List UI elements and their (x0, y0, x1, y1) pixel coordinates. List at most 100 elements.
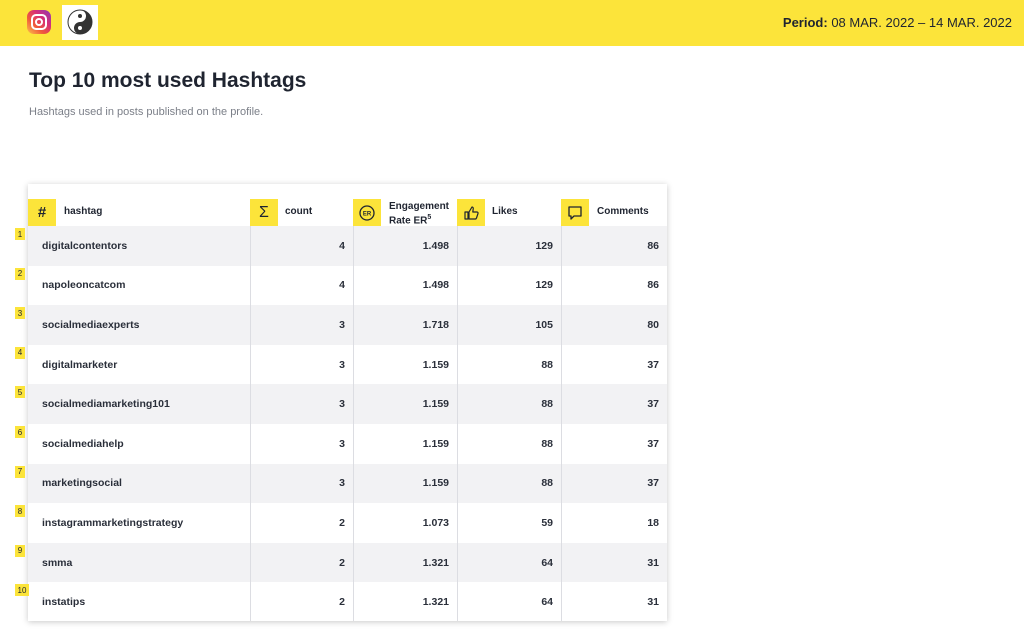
comments-cell: 31 (647, 556, 659, 569)
likes-cell: 88 (541, 477, 553, 490)
comments-cell: 86 (647, 239, 659, 252)
table-row[interactable]: marketingsocial 3 1.159 88 37 (28, 463, 667, 504)
rank-badge: 10 (15, 584, 29, 597)
count-cell: 2 (339, 516, 345, 529)
hashtags-table: digitalcontentors 4 1.498 129 86 napoleoncatc… (28, 184, 667, 621)
column-label: Comments (597, 206, 649, 217)
sigma-icon: Σ (250, 199, 278, 226)
column-label: Likes (492, 206, 518, 217)
top-bar: Period: 08 MAR. 2022 – 14 MAR. 2022 (0, 0, 1024, 46)
rank-badge: 3 (15, 307, 25, 320)
hashtag-cell: socialmediahelp (42, 437, 124, 450)
count-cell: 3 (339, 437, 345, 450)
likes-cell: 105 (535, 318, 553, 331)
table-row[interactable]: digitalcontentors 4 1.498 129 86 (28, 226, 667, 266)
column-label: count (285, 206, 313, 217)
er-cell: 1.321 (422, 596, 449, 609)
count-cell: 4 (339, 279, 345, 292)
rank-badge: 4 (15, 346, 25, 359)
hashtag-cell: instatips (42, 596, 86, 609)
rank-badge: 6 (15, 426, 25, 438)
count-cell: 3 (339, 477, 345, 490)
column-label-line1: Engagement (389, 201, 450, 212)
column-divider (457, 199, 458, 621)
period-value: 08 MAR. 2022 – 14 MAR. 2022 (831, 15, 1012, 30)
table-row[interactable]: socialmediamarketing101 3 1.159 88 37 (28, 384, 667, 424)
er-cell: 1.159 (422, 437, 449, 450)
column-divider (250, 199, 251, 621)
er-icon: ER (353, 199, 381, 226)
table-row[interactable]: napoleoncatcom 4 1.498 129 86 (28, 266, 667, 306)
table-row[interactable]: socialmediahelp 3 1.159 88 37 (28, 424, 667, 464)
column-divider (353, 199, 354, 621)
column-header-engagement-rate[interactable]: ER Engagement Rate ER5 (353, 184, 457, 226)
er-cell: 1.073 (422, 516, 449, 529)
hashtag-cell: instagrammarketingstrategy (42, 516, 184, 529)
column-divider (561, 199, 562, 621)
table-row[interactable]: smma 2 1.321 64 31 (28, 542, 667, 583)
footnote-marker: 5 (427, 214, 432, 221)
hashtag-cell: socialmediaexperts (42, 318, 140, 331)
profile-avatar[interactable] (62, 5, 98, 40)
thumbs-up-icon (457, 199, 485, 226)
comments-cell: 18 (647, 516, 659, 529)
hashtag-cell: marketingsocial (42, 477, 122, 490)
likes-cell: 129 (535, 239, 553, 252)
column-label: hashtag (64, 206, 103, 217)
count-cell: 3 (339, 398, 345, 411)
count-cell: 3 (339, 358, 345, 371)
er-cell: 1.159 (422, 398, 449, 411)
rank-badge: 2 (15, 267, 25, 280)
comments-cell: 37 (647, 477, 659, 490)
page-title: Top 10 most used Hashtags (29, 69, 307, 92)
svg-text:ER: ER (363, 211, 372, 217)
comments-cell: 31 (647, 596, 659, 609)
rank-badge: 7 (15, 465, 25, 478)
count-cell: 2 (339, 556, 345, 569)
count-cell: 3 (339, 318, 345, 331)
table-row[interactable]: digitalmarketer 3 1.159 88 37 (28, 345, 667, 385)
period-label: Period: (782, 15, 828, 30)
page-subtitle: Hashtags used in posts published on the … (29, 106, 264, 118)
comments-cell: 37 (647, 398, 659, 411)
er-cell: 1.718 (422, 318, 449, 331)
hashtag-cell: digitalmarketer (42, 358, 118, 371)
column-header-comments[interactable]: Comments (561, 184, 667, 226)
hashtag-cell: digitalcontentors (42, 239, 128, 252)
comments-cell: 86 (647, 279, 659, 292)
column-header-hashtag[interactable]: # hashtag (28, 184, 250, 226)
likes-cell: 88 (541, 398, 553, 411)
yin-yang-icon (67, 9, 93, 35)
rank-badge: 1 (15, 228, 25, 240)
hashtag-cell: socialmediamarketing101 (42, 398, 170, 411)
rank-badge: 5 (15, 386, 25, 399)
likes-cell: 129 (535, 279, 553, 292)
count-cell: 2 (339, 596, 345, 609)
column-header-count[interactable]: Σ count (250, 184, 353, 226)
likes-cell: 64 (541, 596, 553, 609)
er-cell: 1.498 (422, 279, 449, 292)
instagram-icon[interactable] (27, 10, 51, 34)
count-cell: 4 (339, 239, 345, 252)
er-cell: 1.498 (422, 239, 449, 252)
rank-badge: 9 (15, 544, 25, 557)
table-row[interactable]: instagrammarketingstrategy 2 1.073 59 18 (28, 503, 667, 543)
rank-badge: 8 (15, 505, 25, 518)
hashtag-cell: smma (42, 556, 73, 569)
er-cell: 1.159 (422, 358, 449, 371)
table-row[interactable]: instatips 2 1.321 64 31 (28, 582, 667, 622)
comments-cell: 37 (647, 358, 659, 371)
likes-cell: 59 (541, 516, 553, 529)
column-label: Engagement Rate ER5 (389, 201, 449, 226)
likes-cell: 88 (541, 437, 553, 450)
er-cell: 1.321 (422, 556, 449, 569)
comments-cell: 80 (647, 318, 659, 331)
er-cell: 1.159 (422, 477, 449, 490)
column-header-likes[interactable]: Likes (457, 184, 561, 226)
likes-cell: 88 (541, 358, 553, 371)
hashtag-cell: napoleoncatcom (42, 279, 126, 292)
likes-cell: 64 (541, 556, 553, 569)
table-row[interactable]: socialmediaexperts 3 1.718 105 80 (28, 305, 667, 345)
column-label-line2: Rate ER (389, 215, 428, 227)
hash-icon: # (28, 199, 56, 226)
